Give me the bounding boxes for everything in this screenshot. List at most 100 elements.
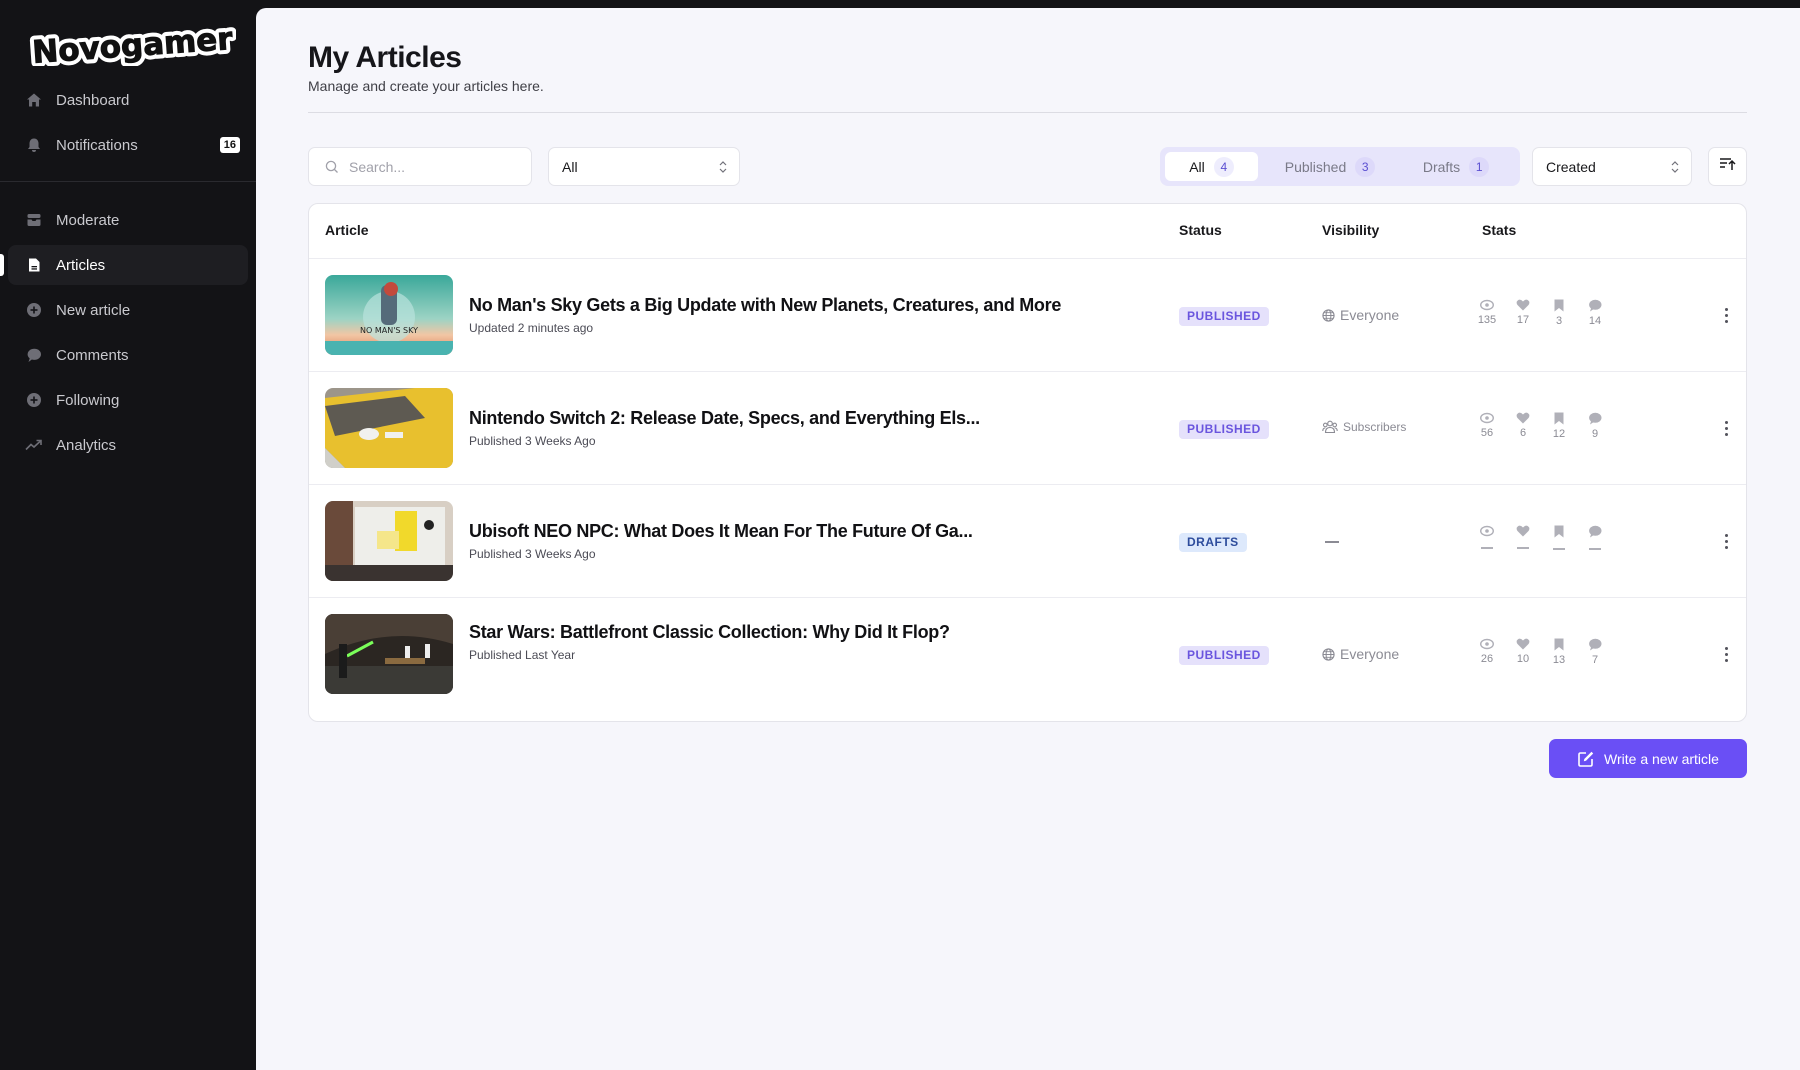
- stat-value: 14: [1588, 315, 1602, 327]
- article-stats: 26 10 13 7: [1469, 638, 1613, 667]
- comment-icon: [1589, 638, 1602, 651]
- home-icon: [25, 91, 43, 109]
- sidebar-item-dashboard[interactable]: Dashboard: [8, 80, 248, 120]
- sort-direction-button[interactable]: [1708, 147, 1747, 186]
- edit-icon: [1577, 750, 1595, 768]
- svg-text:NO MAN'S SKY: NO MAN'S SKY: [360, 326, 418, 335]
- article-thumbnail[interactable]: NO MAN'S SKY: [325, 275, 453, 355]
- comment-icon: [1589, 525, 1602, 538]
- sidebar-item-label: Notifications: [56, 136, 138, 154]
- eye-icon: [1480, 299, 1494, 311]
- visibility: Everyone: [1322, 646, 1399, 662]
- sidebar-item-moderate[interactable]: Moderate: [8, 200, 248, 240]
- stat-value: 17: [1516, 314, 1530, 326]
- stat-likes: [1505, 525, 1541, 550]
- sort-select-value: Created: [1546, 158, 1596, 175]
- page-title: My Articles: [308, 41, 462, 74]
- more-options-icon[interactable]: [1716, 303, 1736, 327]
- sidebar-item-label: Comments: [56, 346, 129, 364]
- bookmark-icon: [1554, 525, 1564, 538]
- stat-value: 12: [1552, 428, 1566, 440]
- tab-all[interactable]: All 4: [1165, 152, 1258, 181]
- table-row[interactable]: NO MAN'S SKY No Man's Sky Gets a Big Upda…: [309, 259, 1746, 372]
- article-stats: 135 17 3 14: [1469, 299, 1613, 328]
- stat-likes: 17: [1505, 299, 1541, 328]
- plus-circle-icon: [25, 391, 43, 409]
- chevron-up-down-icon: [1670, 159, 1680, 180]
- eye-icon: [1480, 525, 1494, 537]
- heart-icon: [1516, 525, 1530, 537]
- visibility: Everyone: [1322, 307, 1399, 323]
- sidebar-item-following[interactable]: Following: [8, 380, 248, 420]
- header-divider: [308, 112, 1747, 113]
- trending-up-icon: [25, 436, 43, 454]
- stat-bookmarks: [1541, 525, 1577, 550]
- stat-value: 56: [1480, 427, 1494, 439]
- status-badge: PUBLISHED: [1179, 307, 1269, 326]
- article-updated: Published Last Year: [469, 648, 576, 662]
- main-content: My Articles Manage and create your artic…: [256, 8, 1800, 1070]
- sidebar: Novogamer Novogamer Dashboard Notificati…: [0, 0, 256, 1070]
- sidebar-item-new-article[interactable]: New article: [8, 290, 248, 330]
- stat-views: 26: [1469, 638, 1505, 667]
- eye-icon: [1480, 638, 1494, 650]
- article-thumbnail[interactable]: [325, 614, 453, 694]
- article-title[interactable]: Nintendo Switch 2: Release Date, Specs, …: [469, 408, 980, 429]
- article-thumbnail[interactable]: [325, 501, 453, 581]
- plus-circle-icon: [25, 301, 43, 319]
- table-row[interactable]: Nintendo Switch 2: Release Date, Specs, …: [309, 372, 1746, 485]
- article-title[interactable]: Ubisoft NEO NPC: What Does It Mean For T…: [469, 521, 973, 542]
- document-icon: [25, 256, 43, 274]
- table-row[interactable]: Ubisoft NEO NPC: What Does It Mean For T…: [309, 485, 1746, 598]
- status-badge: DRAFTS: [1179, 533, 1247, 552]
- filter-select-value: All: [562, 158, 578, 175]
- table-row[interactable]: Star Wars: Battlefront Classic Collectio…: [309, 598, 1746, 711]
- tab-count: 3: [1355, 156, 1376, 177]
- articles-table: Article Status Visibility Stats NO MAN'S…: [308, 203, 1747, 722]
- inbox-icon: [25, 211, 43, 229]
- status-tabs: All 4 Published 3 Drafts 1: [1160, 147, 1520, 186]
- tab-drafts[interactable]: Drafts 1: [1406, 152, 1506, 181]
- sidebar-item-label: Articles: [56, 256, 106, 274]
- filter-select[interactable]: All: [548, 147, 740, 186]
- write-new-article-label: Write a new article: [1604, 750, 1719, 767]
- visibility-label: Everyone: [1340, 646, 1400, 662]
- stat-comments: 9: [1577, 412, 1613, 441]
- more-options-icon[interactable]: [1716, 529, 1736, 553]
- search-box[interactable]: [308, 147, 532, 186]
- sidebar-item-label: New article: [56, 301, 131, 319]
- novogamer-logo[interactable]: Novogamer Novogamer: [26, 20, 236, 66]
- article-title[interactable]: Star Wars: Battlefront Classic Collectio…: [469, 622, 950, 643]
- visibility-label: Subscribers: [1343, 420, 1407, 434]
- sidebar-item-analytics[interactable]: Analytics: [8, 425, 248, 465]
- sidebar-divider: [0, 181, 256, 182]
- sidebar-item-articles[interactable]: Articles: [8, 245, 248, 285]
- article-title[interactable]: No Man's Sky Gets a Big Update with New …: [469, 295, 1061, 316]
- tab-count: 1: [1469, 156, 1490, 177]
- article-updated: Updated 2 minutes ago: [469, 321, 594, 335]
- chevron-up-down-icon: [718, 159, 728, 180]
- stat-value: 135: [1477, 314, 1497, 326]
- search-input[interactable]: [349, 156, 519, 178]
- write-new-article-button[interactable]: Write a new article: [1549, 739, 1747, 778]
- stat-value: 7: [1591, 654, 1599, 666]
- tab-count: 4: [1213, 156, 1234, 177]
- sidebar-item-label: Following: [56, 391, 120, 409]
- more-options-icon[interactable]: [1716, 642, 1736, 666]
- sort-select[interactable]: Created: [1532, 147, 1692, 186]
- more-options-icon[interactable]: [1716, 416, 1736, 440]
- status-badge: PUBLISHED: [1179, 420, 1269, 439]
- globe-icon: [1322, 647, 1335, 661]
- eye-icon: [1480, 412, 1494, 424]
- stat-likes: 6: [1505, 412, 1541, 441]
- bookmark-icon: [1554, 638, 1564, 651]
- article-thumbnail[interactable]: [325, 388, 453, 468]
- tab-published[interactable]: Published 3: [1270, 152, 1390, 181]
- svg-text:Novogamer: Novogamer: [31, 21, 234, 66]
- visibility-label: Everyone: [1340, 307, 1400, 323]
- sidebar-item-notifications[interactable]: Notifications 16: [8, 125, 248, 165]
- sidebar-item-comments[interactable]: Comments: [8, 335, 248, 375]
- column-header-visibility: Visibility: [1322, 222, 1380, 238]
- tab-label: Drafts: [1422, 158, 1461, 175]
- visibility-empty: [1325, 541, 1339, 543]
